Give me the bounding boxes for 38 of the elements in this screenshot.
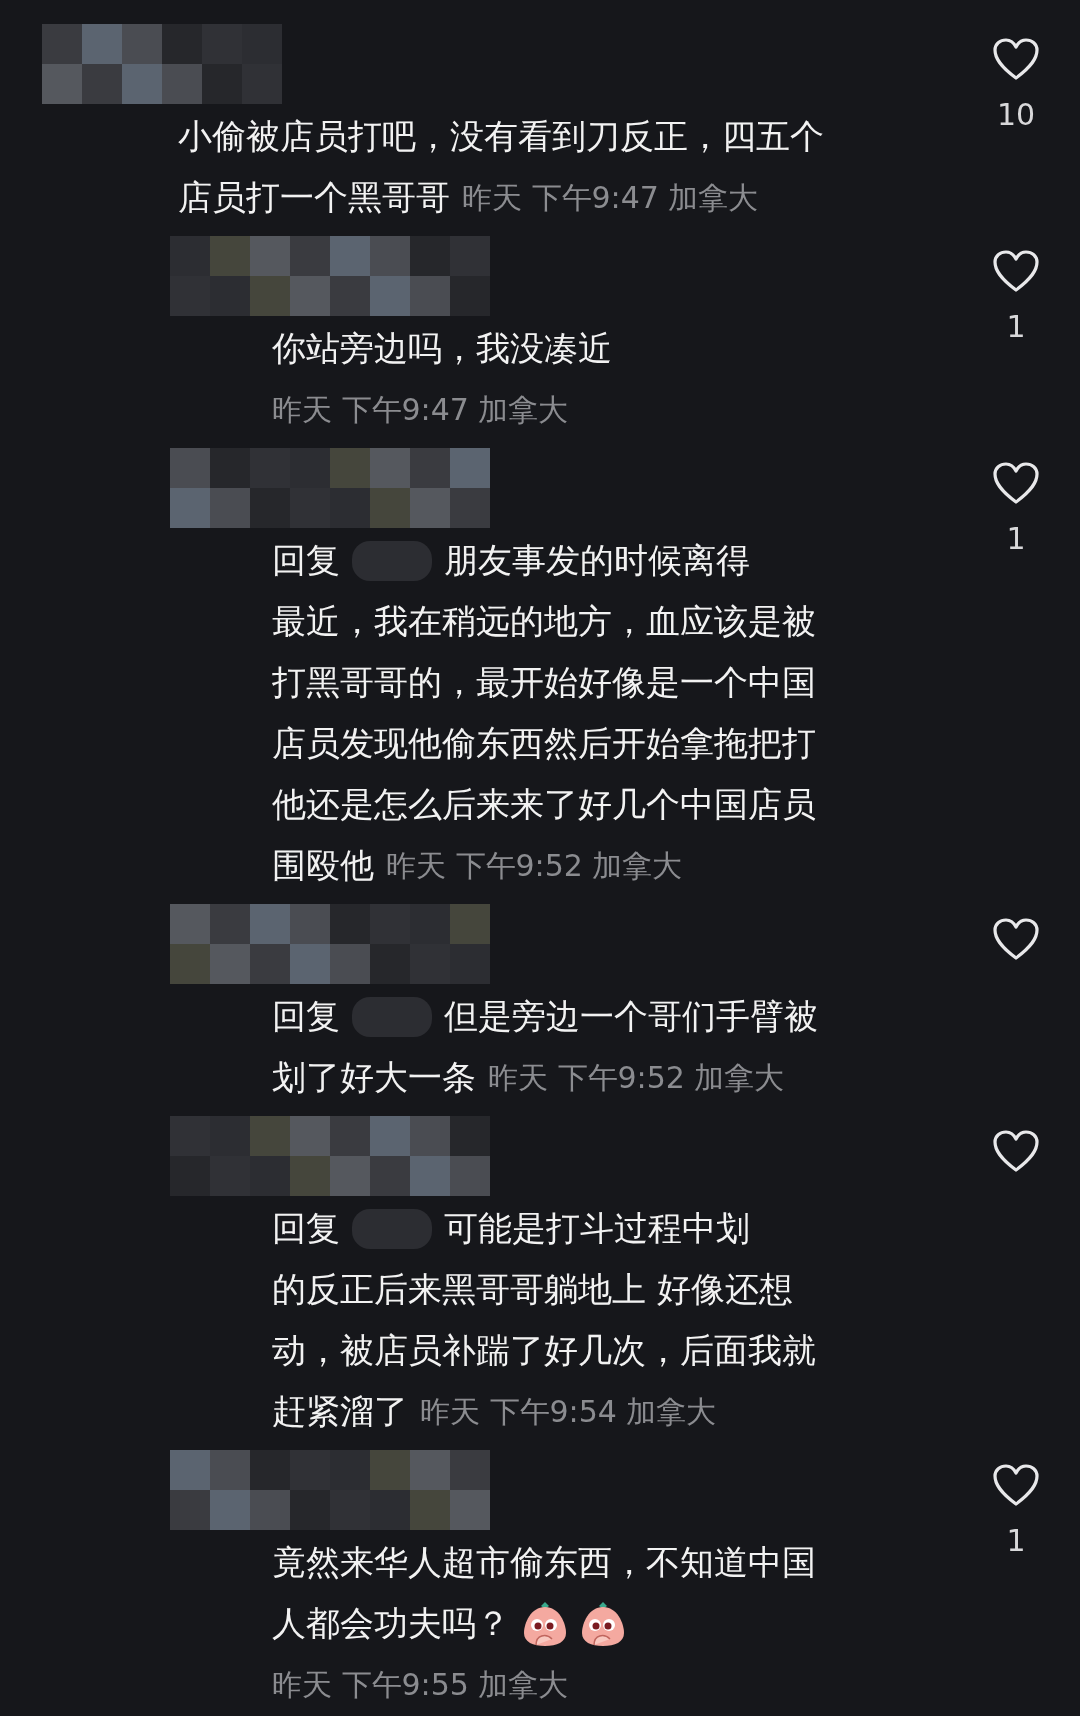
comment-text: 最近，我在稍远的地方，血应该是被 <box>272 600 816 643</box>
comment-text: 他还是怎么后来来了好几个中国店员 <box>272 783 816 826</box>
reply-label: 回复 <box>272 1207 340 1250</box>
comment-text: 划了好大一条 <box>272 1056 476 1099</box>
timestamp: 昨天 下午9:52 加拿大 <box>386 847 683 885</box>
comment-text: 人都会功夫吗？ <box>272 1602 510 1645</box>
heart-icon[interactable] <box>992 462 1040 506</box>
heart-icon[interactable] <box>992 1464 1040 1508</box>
comment-text: 动，被店员补踹了好几次，后面我就 <box>272 1329 816 1372</box>
comment-text: 但是旁边一个哥们手臂被 <box>444 995 818 1038</box>
reply-label: 回复 <box>272 995 340 1038</box>
comment-text: 朋友事发的时候离得 <box>444 539 750 582</box>
emoji-icon <box>580 1600 626 1647</box>
like-count: 1 <box>1006 520 1026 558</box>
timestamp: 昨天 下午9:47 加拿大 <box>272 391 569 429</box>
comment-text: 店员发现他偷东西然后开始拿拖把打 <box>272 722 816 765</box>
comment-text: 小偷被店员打吧，没有看到刀反正，四五个 <box>178 115 824 158</box>
heart-icon[interactable] <box>992 1130 1040 1174</box>
comment-text: 店员打一个黑哥哥 <box>178 176 450 219</box>
timestamp: 昨天 下午9:47 加拿大 <box>462 179 759 217</box>
heart-icon[interactable] <box>992 918 1040 962</box>
comment-text: 围殴他 <box>272 844 374 887</box>
heart-icon[interactable] <box>992 250 1040 294</box>
comment-text: 的反正后来黑哥哥躺地上 好像还想 <box>272 1268 793 1311</box>
comment-text: 你站旁边吗，我没凑近 <box>272 327 612 370</box>
comment-text: 赶紧溜了 <box>272 1390 408 1433</box>
emoji-icon <box>522 1600 568 1647</box>
comment-text: 可能是打斗过程中划 <box>444 1207 750 1250</box>
comment-text: 打黑哥哥的，最开始好像是一个中国 <box>272 661 816 704</box>
like-count: 1 <box>1006 308 1026 346</box>
timestamp: 昨天 下午9:55 加拿大 <box>272 1666 569 1704</box>
heart-icon[interactable] <box>992 38 1040 82</box>
comment-text: 竟然来华人超市偷东西，不知道中国 <box>272 1541 816 1584</box>
reply-label: 回复 <box>272 539 340 582</box>
timestamp: 昨天 下午9:52 加拿大 <box>488 1059 785 1097</box>
like-count: 1 <box>1006 1522 1026 1560</box>
timestamp: 昨天 下午9:54 加拿大 <box>420 1393 717 1431</box>
like-count: 10 <box>996 96 1036 134</box>
